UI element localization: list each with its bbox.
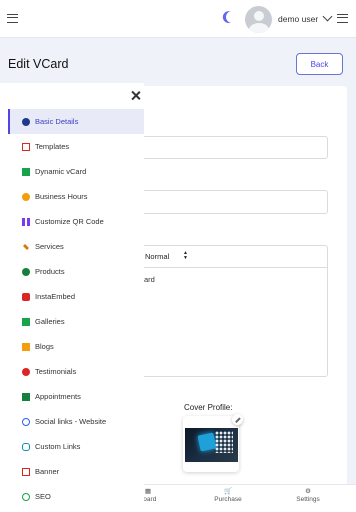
sidebar-item-blogs[interactable]: Blogs [8, 334, 144, 359]
question-circle-icon [22, 117, 30, 126]
sidebar-item-basic-details[interactable]: Basic Details [8, 109, 144, 134]
url-alias-input[interactable] [140, 136, 328, 159]
sidebar-item-custom-links[interactable]: Custom Links [8, 434, 144, 459]
page-title: Edit VCard [8, 57, 69, 71]
product-icon [22, 267, 30, 276]
sidebar-item-business-hours[interactable]: Business Hours [8, 184, 144, 209]
wrench-icon [23, 243, 29, 250]
avatar[interactable] [245, 6, 272, 33]
more-menu-icon[interactable] [337, 14, 348, 23]
sidebar-item-seo[interactable]: SEO [8, 484, 144, 509]
cover-image [185, 428, 238, 462]
gear-icon: ⚙ [305, 488, 311, 495]
sidebar-item-products[interactable]: Products [8, 259, 144, 284]
sidebar-item-social-links[interactable]: Social links - Website [8, 409, 144, 434]
bottom-nav-settings-label: Settings [296, 496, 320, 503]
editor-text[interactable]: ard [144, 275, 155, 284]
bottom-nav-purchase-label: Purchase [214, 496, 242, 503]
format-select[interactable]: Normal [145, 252, 169, 261]
close-icon[interactable] [131, 91, 140, 100]
bottom-nav-settings[interactable]: ⚙ Settings [287, 488, 329, 503]
sidebar-item-customize-qr-code[interactable]: Customize QR Code [8, 209, 144, 234]
comment-icon [22, 367, 30, 376]
blog-icon [22, 342, 30, 351]
sidebar-item-testimonials[interactable]: Testimonials [8, 359, 144, 384]
name-input[interactable] [140, 190, 328, 214]
user-name[interactable]: demo user [278, 14, 318, 24]
banner-icon [22, 467, 30, 476]
link-icon [22, 442, 30, 451]
back-button[interactable]: Back [296, 53, 343, 75]
cover-profile-label: Cover Profile: [184, 403, 233, 412]
sidebar-item-galleries[interactable]: Galleries [8, 309, 144, 334]
sidebar-item-dynamic-vcard[interactable]: Dynamic vCard [8, 159, 144, 184]
calendar-icon [22, 392, 30, 401]
sidebar-item-instaembed[interactable]: InstaEmbed [8, 284, 144, 309]
search-icon [22, 492, 30, 501]
description-editor[interactable] [140, 245, 328, 377]
dynamic-vcard-icon [22, 167, 30, 176]
sidebar-item-banner[interactable]: Banner [8, 459, 144, 484]
gallery-icon [22, 317, 30, 326]
template-icon [22, 142, 30, 151]
editor-toolbar-divider [140, 267, 328, 268]
sidebar-item-services[interactable]: Services [8, 234, 144, 259]
select-arrows-icon[interactable]: ▲ ▼ [183, 251, 188, 261]
bottom-nav-purchase[interactable]: 🛒 Purchase [206, 488, 250, 503]
sidebar-item-appointments[interactable]: Appointments [8, 384, 144, 409]
globe-icon [22, 417, 30, 426]
qr-code-icon [22, 217, 30, 226]
instagram-icon [22, 292, 30, 301]
sidebar-item-templates[interactable]: Templates [8, 134, 144, 159]
cart-icon: 🛒 [223, 488, 233, 495]
edit-pencil-icon[interactable] [232, 414, 243, 425]
clock-icon [22, 192, 30, 201]
hamburger-icon[interactable] [7, 14, 18, 23]
